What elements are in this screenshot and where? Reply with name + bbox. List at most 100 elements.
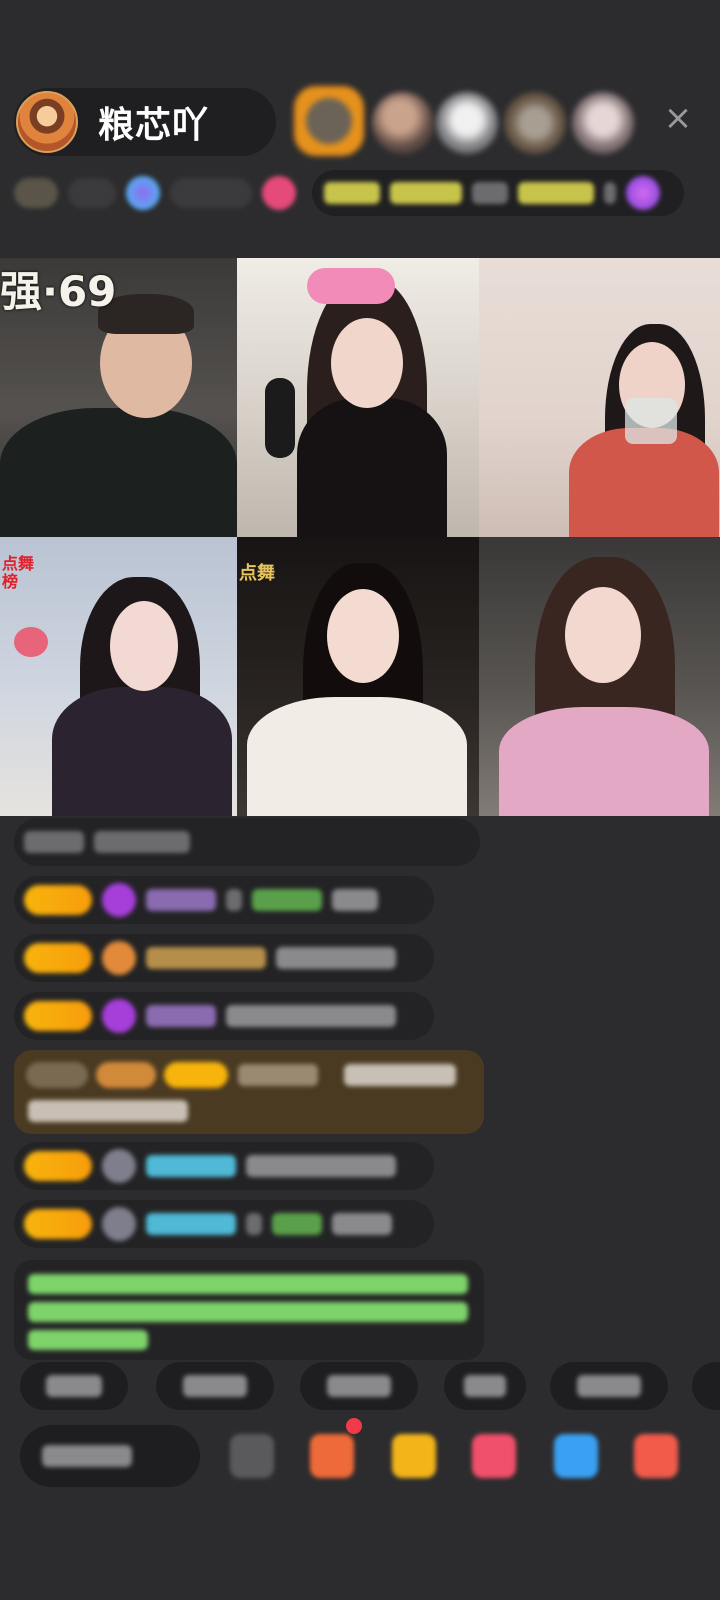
- flowers-icon: [14, 627, 48, 657]
- chat-username: [146, 947, 266, 969]
- quick-action-label: [183, 1375, 247, 1397]
- fan-club-text: [170, 178, 252, 208]
- video-tile[interactable]: [479, 258, 720, 537]
- quick-action-button[interactable]: [20, 1362, 128, 1410]
- notice-text: [324, 182, 380, 204]
- gift-icon[interactable]: [634, 1434, 678, 1478]
- level-badge: [24, 1001, 92, 1031]
- hot-icon[interactable]: [262, 176, 296, 210]
- more-features-icon[interactable]: [554, 1434, 598, 1478]
- quick-action-button[interactable]: [300, 1362, 418, 1410]
- video-tile[interactable]: [479, 537, 720, 816]
- guest-body: [297, 398, 447, 537]
- ranking-badge[interactable]: [14, 178, 58, 208]
- viewer-avatar[interactable]: [504, 92, 566, 154]
- game-icon[interactable]: [472, 1434, 516, 1478]
- chat-message[interactable]: [14, 1200, 434, 1248]
- video-tile[interactable]: 点舞: [237, 537, 479, 816]
- guest-body: [569, 428, 719, 537]
- level-badge: [164, 1062, 228, 1088]
- notice-text: [472, 182, 508, 204]
- level-badge: [24, 943, 92, 973]
- notification-dot-icon: [346, 1418, 362, 1434]
- chat-text: [24, 831, 84, 853]
- host-avatar[interactable]: [16, 91, 78, 153]
- guest-body: [247, 697, 467, 816]
- chat-text: [226, 889, 242, 911]
- chat-username: [146, 1213, 236, 1235]
- guest-face: [110, 601, 178, 691]
- viewer-avatar[interactable]: [572, 92, 634, 154]
- level-badge: [24, 885, 92, 915]
- diamond-icon: [102, 883, 136, 917]
- chat-text: [276, 947, 396, 969]
- chat-message[interactable]: [14, 934, 434, 982]
- viewer-avatar[interactable]: [372, 92, 434, 154]
- chat-input[interactable]: [20, 1425, 200, 1487]
- host-info-pill[interactable]: 粮芯吖: [14, 88, 276, 156]
- video-tile[interactable]: 强·69: [0, 258, 237, 537]
- chat-text: [226, 1005, 396, 1027]
- host-name: 粮芯吖: [98, 105, 210, 146]
- video-tile[interactable]: 点舞 榜: [0, 537, 237, 816]
- chat-text: [344, 1064, 456, 1086]
- quick-action-button[interactable]: [550, 1362, 668, 1410]
- gift-box-icon[interactable]: [310, 1434, 354, 1478]
- face-mask-icon: [625, 398, 677, 444]
- treasure-icon[interactable]: [392, 1434, 436, 1478]
- chat-text: [252, 889, 322, 911]
- badge-icon: [102, 1149, 136, 1183]
- quick-action-button[interactable]: [444, 1362, 526, 1410]
- notice-text: [390, 182, 462, 204]
- quick-action-button[interactable]: [156, 1362, 274, 1410]
- emoji-icon[interactable]: [230, 1434, 274, 1478]
- ranking-text: [68, 178, 116, 208]
- guest-face: [327, 589, 399, 683]
- quick-action-button[interactable]: [692, 1362, 720, 1410]
- level-badge: [24, 1209, 92, 1239]
- chat-input-placeholder: [42, 1445, 132, 1467]
- video-tile[interactable]: [237, 258, 479, 537]
- guest-body: [499, 707, 709, 816]
- chat-username: [146, 1005, 216, 1027]
- fan-club-icon[interactable]: [126, 176, 160, 210]
- gift-message[interactable]: [14, 1050, 484, 1134]
- quick-action-label: [46, 1375, 102, 1397]
- chat-username: [146, 1155, 236, 1177]
- quick-action-label: [327, 1375, 391, 1397]
- chat-text: [94, 831, 190, 853]
- tile-overlay-text: 点舞 榜: [2, 554, 35, 591]
- notice-text: [518, 182, 594, 204]
- chat-text: [332, 1213, 392, 1235]
- chat-text: [246, 1213, 262, 1235]
- system-notice: [14, 1260, 484, 1360]
- level-badge: [24, 1151, 92, 1181]
- tile-overlay-text: 强·69: [0, 267, 117, 316]
- chat-text: [246, 1155, 396, 1177]
- chat-message[interactable]: [14, 818, 480, 866]
- chat-username: [238, 1064, 318, 1086]
- viewer-avatar[interactable]: [436, 92, 498, 154]
- gift-icon[interactable]: [626, 176, 660, 210]
- multi-guest-video-grid: 强·69 点舞 榜 点舞: [0, 258, 720, 816]
- system-notice-text: [28, 1274, 468, 1294]
- chat-text: [28, 1100, 188, 1122]
- mask-icon: [307, 268, 395, 304]
- chat-message[interactable]: [14, 1142, 434, 1190]
- system-notice-text: [28, 1330, 148, 1350]
- close-icon[interactable]: ×: [660, 100, 696, 136]
- guest-face: [331, 318, 403, 408]
- notice-bar[interactable]: [312, 170, 684, 216]
- microphone-icon: [265, 378, 295, 458]
- guest-body: [0, 408, 237, 537]
- badge-icon: [102, 1207, 136, 1241]
- tile-overlay-text: 点舞: [239, 563, 275, 584]
- fan-badge: [26, 1062, 88, 1088]
- live-room-screen: 粮芯吖 × 强·69 点舞 榜 点舞: [0, 0, 720, 1600]
- guest-body: [52, 687, 232, 816]
- chat-message[interactable]: [14, 992, 434, 1040]
- chat-text: [332, 889, 378, 911]
- viewer-avatar[interactable]: [294, 86, 364, 156]
- quick-action-label: [577, 1375, 641, 1397]
- chat-message[interactable]: [14, 876, 434, 924]
